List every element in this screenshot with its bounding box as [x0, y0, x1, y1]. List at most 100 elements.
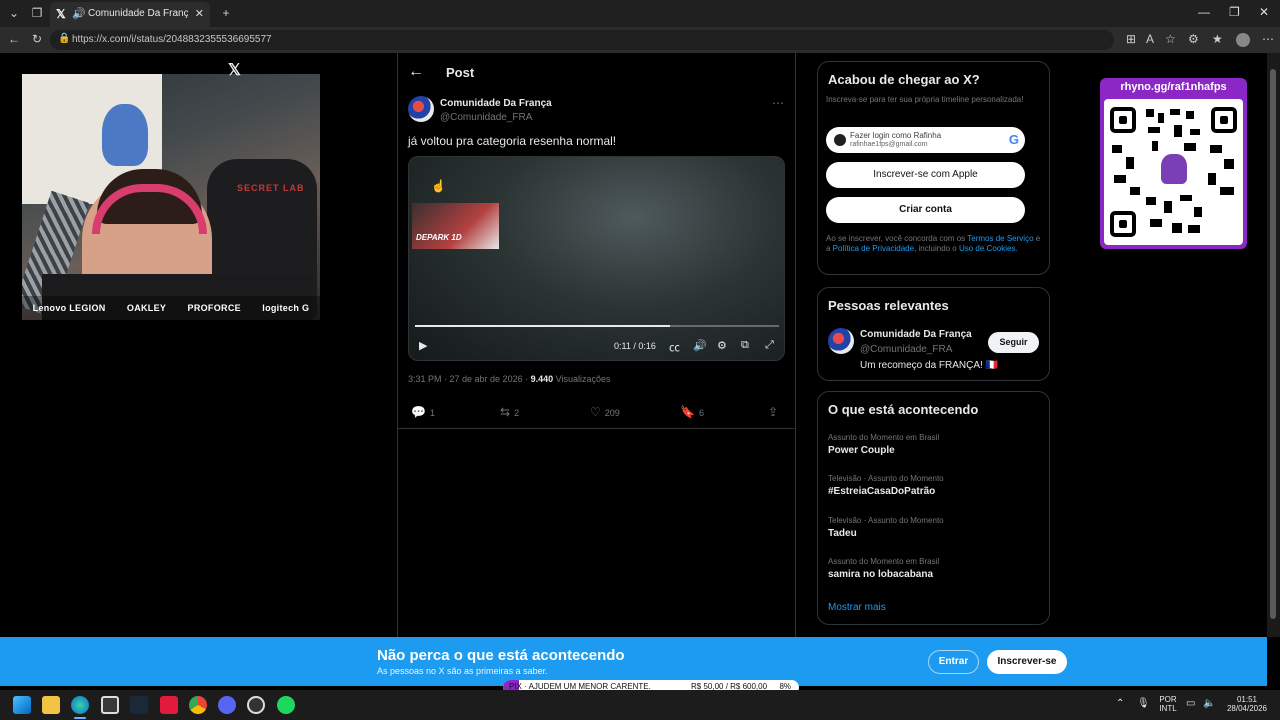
- more-options-icon[interactable]: ⋯: [772, 96, 784, 110]
- site-info-icon[interactable]: 🔒: [58, 33, 70, 44]
- clock[interactable]: 01:51 28/04/2026: [1222, 695, 1272, 713]
- back-nav-icon[interactable]: ←: [8, 32, 20, 46]
- google-login-button[interactable]: Fazer login como Rafinha rafinhae1fps@gm…: [826, 127, 1025, 153]
- maximize-icon[interactable]: ❐: [1229, 5, 1240, 19]
- favorite-star-icon[interactable]: ☆: [1165, 32, 1176, 46]
- picture-in-picture-icon[interactable]: ⧉: [741, 339, 749, 352]
- chrome-icon[interactable]: [189, 696, 207, 714]
- collections-icon[interactable]: ★: [1212, 32, 1223, 46]
- url-field[interactable]: 🔒 https://x.com/i/status/204883235553669…: [50, 30, 1114, 50]
- microphone-icon[interactable]: 🎙: [1137, 698, 1150, 709]
- apple-signup-button[interactable]: Inscrever-se com Apple: [826, 162, 1025, 188]
- scrollbar-thumb[interactable]: [1270, 69, 1276, 619]
- mouse-pointer-icon: ☝: [431, 179, 446, 193]
- login-button[interactable]: Entrar: [928, 650, 979, 674]
- qr-finder: [1110, 107, 1136, 133]
- page-scrollbar[interactable]: [1267, 53, 1280, 637]
- post-text: já voltou pra categoria resenha normal!: [408, 134, 617, 148]
- author-handle[interactable]: @Comunidade_FRA: [440, 112, 532, 123]
- app-a-icon[interactable]: [160, 696, 178, 714]
- discord-icon[interactable]: [218, 696, 236, 714]
- refresh-icon[interactable]: ↻: [32, 32, 42, 46]
- windows-start-icon[interactable]: [13, 696, 31, 714]
- extensions-icon[interactable]: ⚙: [1188, 32, 1199, 46]
- read-aloud-icon[interactable]: A: [1146, 32, 1154, 46]
- terms-end: .: [1015, 244, 1018, 253]
- play-icon[interactable]: ▶: [419, 339, 427, 352]
- google-login-email: rafinhae1fps@gmail.com: [850, 141, 928, 148]
- bookmark-icon: 🔖: [680, 405, 695, 419]
- divider: [397, 428, 796, 429]
- language-code: POR: [1159, 695, 1177, 704]
- bookmark-button[interactable]: 🔖 6: [680, 405, 704, 419]
- keyboard-language[interactable]: POR INTL: [1157, 695, 1179, 713]
- trend-category: Televisão · Assunto do Momento: [828, 474, 944, 483]
- store-icon[interactable]: [101, 696, 119, 714]
- show-more-link[interactable]: Mostrar mais: [828, 602, 886, 613]
- banner-subtitle: As pessoas no X são as primeiras a saber…: [377, 666, 548, 676]
- qr-finder: [1211, 107, 1237, 133]
- back-arrow-icon[interactable]: ←: [408, 63, 424, 81]
- tab-title: Comunidade Da França no X:: [88, 8, 188, 19]
- video-player[interactable]: DEPARK 1D ☝ ▶ 0:11 / 0:16 ㏄ 🔊 ⚙ ⧉ ⤢: [408, 156, 785, 361]
- edge-browser-icon[interactable]: [71, 696, 89, 714]
- profile-avatar[interactable]: [1236, 33, 1250, 47]
- privacy-policy-link[interactable]: Política de Privacidade: [833, 244, 914, 253]
- chair-brand-text: SECRET LAB: [237, 183, 305, 193]
- captions-icon[interactable]: ㏄: [669, 339, 680, 355]
- file-explorer-icon[interactable]: [42, 696, 60, 714]
- repost-button[interactable]: ⇆ 2: [500, 405, 519, 419]
- plush-toy-image: [102, 104, 148, 166]
- person-handle[interactable]: @Comunidade_FRA: [860, 344, 952, 355]
- author-name[interactable]: Comunidade Da França: [440, 98, 552, 109]
- tab-list-chevron-icon[interactable]: ⌄: [4, 4, 24, 22]
- cookies-link[interactable]: Uso de Cookies: [959, 244, 1015, 253]
- network-icon[interactable]: ▭: [1186, 698, 1195, 709]
- share-button[interactable]: ⇪: [768, 405, 782, 419]
- audio-playing-icon[interactable]: 🔊: [72, 7, 86, 20]
- trend-item[interactable]: Assunto do Momento em Brasil Power Coupl…: [828, 433, 1038, 456]
- bookmark-count: 6: [698, 408, 704, 418]
- minimize-icon[interactable]: —: [1198, 5, 1210, 19]
- trends-title: O que está acontecendo: [828, 402, 979, 417]
- settings-gear-icon[interactable]: ⚙: [717, 339, 727, 352]
- author-avatar[interactable]: [408, 96, 434, 122]
- create-account-button[interactable]: Criar conta: [826, 197, 1025, 223]
- browser-tab-active[interactable]: 𝕏 🔊 Comunidade Da França no X: ✕: [50, 2, 210, 27]
- like-count: 209: [604, 408, 620, 418]
- terms-mid2: , incluindo o: [914, 244, 959, 253]
- close-tab-icon[interactable]: ✕: [195, 7, 204, 20]
- video-time: 0:11 / 0:16: [614, 341, 656, 351]
- steam-icon[interactable]: [130, 696, 148, 714]
- register-button[interactable]: Inscrever-se: [987, 650, 1067, 674]
- like-button[interactable]: ♡ 209: [590, 405, 620, 419]
- trend-item[interactable]: Televisão · Assunto do Momento Tadeu: [828, 516, 1038, 539]
- terms-of-service-link[interactable]: Termos de Serviço: [967, 234, 1033, 243]
- trend-item[interactable]: Televisão · Assunto do Momento #EstreiaC…: [828, 474, 1038, 497]
- terms-prefix: Ao se inscrever, você concorda com os: [826, 234, 968, 243]
- obs-icon[interactable]: [247, 696, 265, 714]
- fullscreen-icon[interactable]: ⤢: [765, 339, 774, 352]
- trends-card: O que está acontecendo Assunto do Moment…: [817, 391, 1050, 625]
- volume-icon[interactable]: 🔊: [693, 339, 707, 352]
- post-timestamp[interactable]: 3:31 PM · 27 de abr de 2026 ·: [408, 374, 531, 384]
- trend-item[interactable]: Assunto do Momento em Brasil samira no l…: [828, 557, 1038, 580]
- trend-name: #EstreiaCasaDoPatrão: [828, 486, 936, 497]
- sponsor-logo: PROFORCE: [187, 303, 241, 313]
- x-logo-icon[interactable]: 𝕏: [228, 60, 241, 80]
- more-menu-icon[interactable]: ⋯: [1262, 32, 1274, 46]
- workspaces-icon[interactable]: ❐: [27, 4, 47, 22]
- views-label: Visualizações: [555, 374, 611, 384]
- volume-tray-icon[interactable]: 🔈: [1203, 698, 1215, 709]
- app-available-icon[interactable]: ⊞: [1126, 32, 1136, 46]
- url-text: https://x.com/i/status/20488323555366955…: [72, 34, 272, 45]
- follow-button[interactable]: Seguir: [988, 332, 1039, 353]
- close-window-icon[interactable]: ✕: [1259, 5, 1269, 19]
- tray-expand-icon[interactable]: ⌃: [1116, 698, 1124, 709]
- reply-button[interactable]: 💬 1: [411, 405, 435, 419]
- person-name[interactable]: Comunidade Da França: [860, 329, 972, 340]
- spotify-icon[interactable]: [277, 696, 295, 714]
- video-progress-bar[interactable]: [415, 325, 779, 327]
- avatar[interactable]: [828, 328, 854, 354]
- new-tab-button[interactable]: +: [216, 4, 236, 22]
